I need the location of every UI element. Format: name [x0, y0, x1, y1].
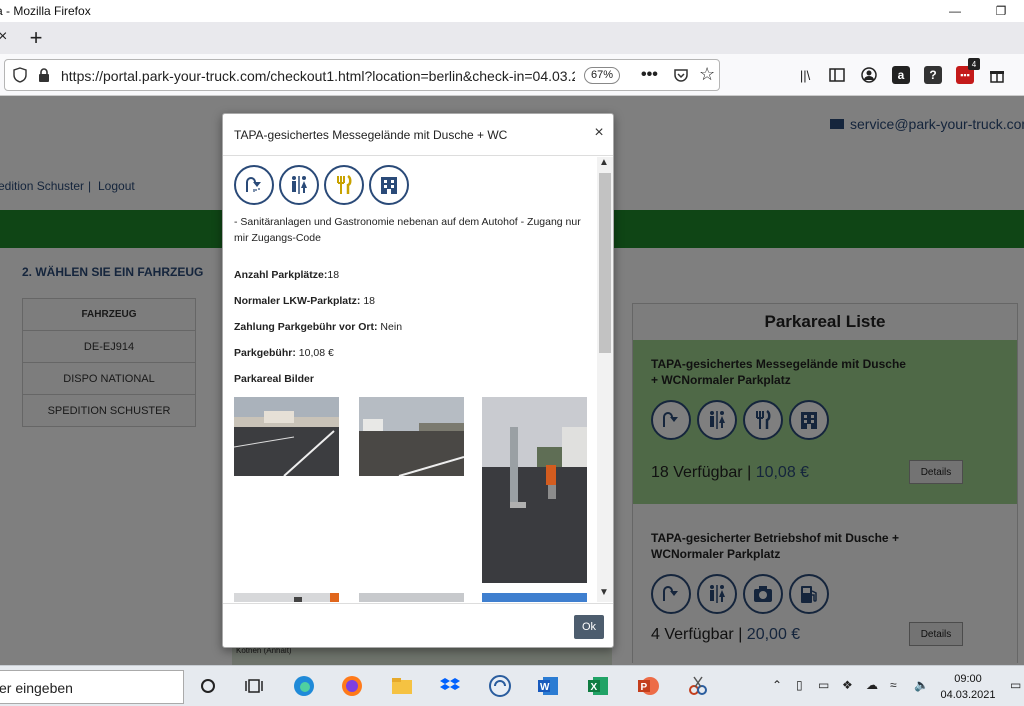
window-controls: — ❐: [932, 0, 1024, 22]
url-text[interactable]: https://portal.park-your-truck.com/check…: [61, 68, 575, 84]
volume-icon[interactable]: 🔈: [914, 678, 929, 692]
battery-icon[interactable]: ▭: [818, 678, 829, 692]
page-actions-icon[interactable]: •••: [641, 66, 658, 84]
new-tab-button[interactable]: +: [24, 25, 48, 51]
shower-icon: [234, 165, 274, 205]
field-value: 18: [360, 295, 376, 307]
gallery-title: Parkareal Bilder: [234, 373, 314, 385]
tray-chevron-icon[interactable]: ⌃: [772, 678, 782, 692]
field-payment-on-site: Zahlung Parkgebühr vor Ort: Nein: [234, 321, 402, 333]
amenity-icons: [234, 165, 409, 205]
help-icon[interactable]: ?: [924, 66, 942, 84]
account-icon[interactable]: [860, 66, 878, 84]
modal-footer: Ok: [223, 603, 613, 647]
library-icon[interactable]: ||\: [796, 66, 814, 84]
parkareal-photo[interactable]: [359, 593, 464, 602]
field-value: 18: [327, 269, 340, 281]
svg-text:X: X: [591, 682, 598, 693]
dropbox-icon[interactable]: [438, 674, 462, 698]
pocket-icon[interactable]: [673, 67, 689, 83]
field-value: Nein: [377, 321, 403, 333]
notifications-icon[interactable]: ▭: [1010, 678, 1021, 692]
taskbar-search[interactable]: er eingeben: [0, 670, 184, 704]
scroll-up-icon[interactable]: ▲: [599, 157, 609, 168]
hotel-icon: [369, 165, 409, 205]
parkareal-photo[interactable]: [359, 397, 464, 476]
modal-body[interactable]: - Sanitäranlagen und Gastronomie nebenan…: [223, 157, 613, 602]
parkareal-photo[interactable]: [234, 593, 339, 602]
windows-taskbar: er eingeben W X P ⌃ ▯ ▭ ❖ ☁ ≈ 🔈 09:00 04…: [0, 665, 1024, 706]
field-label: Anzahl Parkplätze:: [234, 269, 328, 281]
parkareal-photo[interactable]: [482, 593, 587, 602]
search-placeholder[interactable]: er eingeben: [0, 680, 73, 696]
ok-button[interactable]: Ok: [574, 615, 604, 639]
close-tab-icon[interactable]: ×: [0, 28, 14, 48]
modal-title: TAPA-gesichertes Messegelände mit Dusche…: [234, 128, 508, 142]
task-view-icon[interactable]: [242, 674, 266, 698]
powerpoint-icon[interactable]: P: [636, 674, 660, 698]
extension-icon[interactable]: ▪▪▪ 4: [956, 58, 980, 84]
scroll-down-icon[interactable]: ▼: [599, 587, 609, 598]
restore-icon[interactable]: ❐: [978, 0, 1024, 22]
snipping-tool-icon[interactable]: [686, 674, 710, 698]
notification-badge: 4: [968, 58, 980, 70]
field-label: Parkgebühr:: [234, 347, 296, 359]
shield-icon[interactable]: [13, 67, 27, 83]
bookmark-star-icon[interactable]: ☆: [699, 64, 715, 85]
system-clock[interactable]: 09:00 04.03.2021: [938, 671, 998, 703]
lock-icon[interactable]: [37, 67, 51, 83]
field-parking-count: Anzahl Parkplätze:18: [234, 269, 339, 281]
toolbar-icons: ||\ a ? ▪▪▪ 4: [796, 58, 1006, 84]
field-label: Normaler LKW-Parkplatz:: [234, 295, 361, 307]
restroom-icon: [279, 165, 319, 205]
close-icon[interactable]: ×: [591, 124, 607, 144]
window-titlebar: a - Mozilla Firefox — ❐: [0, 0, 1024, 22]
navigation-toolbar: https://portal.park-your-truck.com/check…: [0, 54, 1024, 96]
gift-icon[interactable]: [988, 66, 1006, 84]
clock-date: 04.03.2021: [940, 689, 996, 701]
restaurant-icon: [324, 165, 364, 205]
file-explorer-icon[interactable]: [390, 674, 414, 698]
excel-icon[interactable]: X: [586, 674, 610, 698]
modal-header: TAPA-gesichertes Messegelände mit Dusche…: [223, 114, 613, 156]
tab-bar: × +: [0, 22, 1024, 54]
sidebar-icon[interactable]: [828, 66, 846, 84]
window-title: a - Mozilla Firefox: [0, 4, 91, 18]
parkareal-photo[interactable]: [234, 397, 339, 476]
firefox-icon[interactable]: [340, 674, 364, 698]
parkareal-description: - Sanitäranlagen und Gastronomie nebenan…: [234, 216, 581, 244]
clock-time: 09:00: [954, 673, 982, 685]
dropbox-tray-icon[interactable]: ❖: [842, 678, 853, 692]
cloud-icon[interactable]: ☁: [866, 678, 878, 692]
amazon-icon[interactable]: a: [892, 66, 910, 84]
field-label: Zahlung Parkgebühr vor Ort:: [234, 321, 378, 333]
cortana-icon[interactable]: [196, 674, 220, 698]
app-icon[interactable]: [488, 674, 512, 698]
minimize-icon[interactable]: —: [932, 0, 978, 22]
word-icon[interactable]: W: [536, 674, 560, 698]
parkareal-photo[interactable]: [482, 397, 587, 583]
field-parking-fee: Parkgebühr: 10,08 €: [234, 347, 334, 359]
wifi-icon[interactable]: ≈: [890, 678, 897, 692]
svg-text:W: W: [540, 682, 550, 693]
zoom-indicator[interactable]: 67%: [584, 67, 621, 84]
modal-scrollbar-thumb[interactable]: [599, 173, 611, 353]
address-bar[interactable]: https://portal.park-your-truck.com/check…: [4, 59, 720, 91]
field-value: 10,08 €: [295, 347, 334, 359]
parkareal-detail-modal: TAPA-gesichertes Messegelände mit Dusche…: [222, 113, 614, 648]
svg-text:P: P: [641, 682, 648, 693]
field-truck-parking: Normaler LKW-Parkplatz: 18: [234, 295, 375, 307]
phone-icon[interactable]: ▯: [796, 678, 803, 692]
edge-icon[interactable]: [292, 674, 316, 698]
